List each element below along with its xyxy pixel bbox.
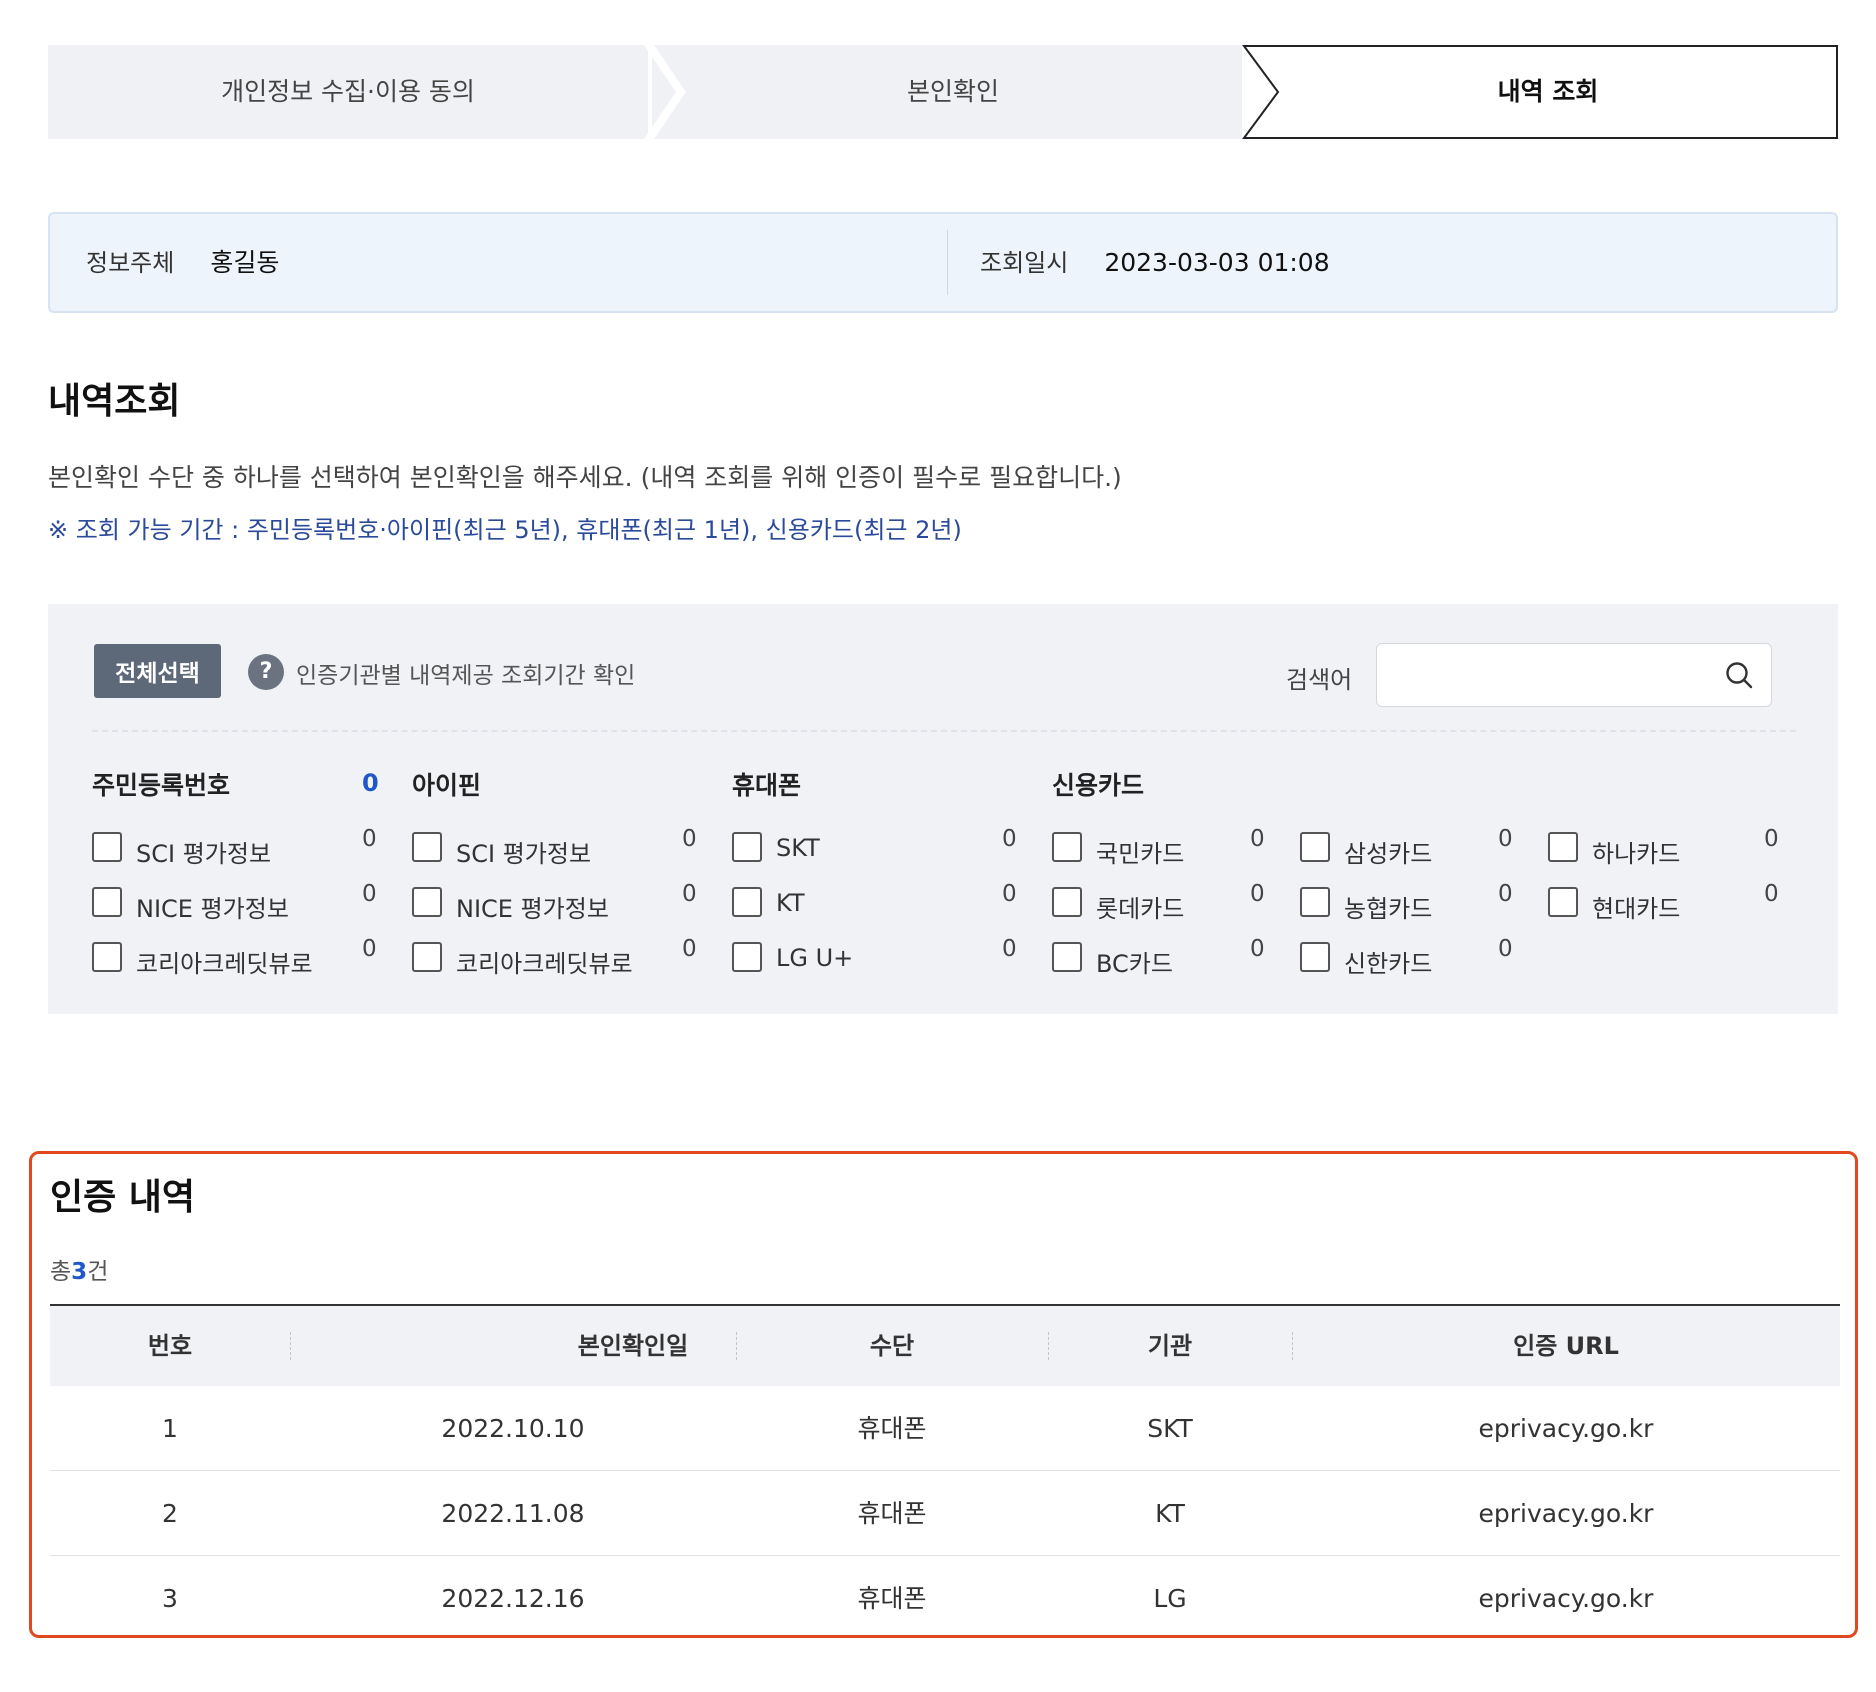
checkbox[interactable] (1300, 832, 1330, 862)
progress-stepper: 개인정보 수집·이용 동의 본인확인 내역 조회 (48, 45, 1838, 139)
checkbox[interactable] (92, 942, 122, 972)
checkbox[interactable] (1300, 887, 1330, 917)
option-count: 0 (362, 936, 377, 962)
step-identity-verification: 본인확인 (906, 77, 999, 106)
search-label: 검색어 (1286, 666, 1353, 694)
section-description: 본인확인 수단 중 하나를 선택하여 본인확인을 해주세요. (내역 조회를 위… (48, 463, 1122, 492)
checkbox[interactable] (412, 887, 442, 917)
option-count: 0 (1250, 881, 1265, 907)
category-resident-number: 주민등록번호 (92, 771, 231, 800)
category-resident-number-count: 0 (362, 769, 379, 797)
auth-history-title: 인증 내역 (50, 1177, 196, 1218)
search-input[interactable] (1376, 643, 1772, 707)
auth-url-link[interactable]: eprivacy.go.kr (1292, 1471, 1840, 1556)
info-date: 조회일시 2023-03-03 01:08 (980, 214, 1330, 311)
option-count: 0 (1498, 826, 1513, 852)
option-count: 0 (1764, 826, 1779, 852)
auth-url-link[interactable]: eprivacy.go.kr (1292, 1386, 1840, 1471)
checkbox[interactable] (732, 942, 762, 972)
th-method: 수단 (869, 1332, 915, 1360)
option-count: 0 (1002, 881, 1017, 907)
section-title: 내역조회 (48, 381, 181, 422)
option-count: 0 (1498, 936, 1513, 962)
table-header: 번호 본인확인일 수단 기관 인증 URL (50, 1304, 1840, 1386)
th-institution: 기관 (1147, 1332, 1193, 1360)
auth-history-section: 인증 내역 총3건 번호 본인확인일 수단 기관 인증 URL 1 2022.1… (29, 1151, 1858, 1638)
step-history-lookup: 내역 조회 (1497, 77, 1599, 106)
info-summary-box: 정보주체 홍길동 조회일시 2023-03-03 01:08 (48, 212, 1838, 313)
info-divider (947, 230, 948, 295)
checkbox[interactable] (732, 832, 762, 862)
info-date-label: 조회일시 (980, 249, 1069, 277)
info-subject-value: 홍길동 (210, 248, 280, 277)
th-auth-url: 인증 URL (1513, 1332, 1619, 1360)
option-count: 0 (1002, 936, 1017, 962)
table-row: 3 2022.12.16 휴대폰 LG eprivacy.go.kr (50, 1556, 1840, 1641)
result-count-number: 3 (71, 1259, 88, 1285)
filter-panel: 전체선택 ? 인증기관별 내역제공 조회기간 확인 검색어 주민등록번호 0 아… (48, 604, 1838, 1014)
search-icon[interactable] (1724, 660, 1754, 690)
category-ipin: 아이핀 (412, 771, 482, 800)
checkbox[interactable] (412, 832, 442, 862)
checkbox[interactable] (1052, 942, 1082, 972)
option-count: 0 (682, 881, 697, 907)
option-count: 0 (362, 881, 377, 907)
option-count: 0 (1498, 881, 1513, 907)
checkbox[interactable] (732, 887, 762, 917)
table-row: 1 2022.10.10 휴대폰 SKT eprivacy.go.kr (50, 1386, 1840, 1471)
checkbox[interactable] (412, 942, 442, 972)
info-subject-label: 정보주체 (86, 249, 175, 277)
checkbox[interactable] (1548, 887, 1578, 917)
checkbox[interactable] (1548, 832, 1578, 862)
category-phone: 휴대폰 (732, 771, 802, 800)
auth-history-table: 번호 본인확인일 수단 기관 인증 URL 1 2022.10.10 휴대폰 S… (50, 1304, 1840, 1641)
checkbox[interactable] (1052, 887, 1082, 917)
option-count: 0 (1002, 826, 1017, 852)
checkbox[interactable] (1300, 942, 1330, 972)
table-row: 2 2022.11.08 휴대폰 KT eprivacy.go.kr (50, 1471, 1840, 1556)
period-notice: ※ 조회 가능 기간 : 주민등록번호·아이핀(최근 5년), 휴대폰(최근 1… (48, 516, 962, 544)
help-link[interactable]: 인증기관별 내역제공 조회기간 확인 (296, 656, 635, 690)
checkbox[interactable] (92, 832, 122, 862)
th-number: 번호 (147, 1332, 193, 1360)
info-subject: 정보주체 홍길동 (86, 214, 279, 311)
option-count: 0 (682, 936, 697, 962)
help-icon[interactable]: ? (248, 654, 284, 690)
select-all-button[interactable]: 전체선택 (94, 644, 221, 698)
checkbox[interactable] (1052, 832, 1082, 862)
result-count: 총3건 (50, 1259, 109, 1285)
option-count: 0 (682, 826, 697, 852)
info-date-value: 2023-03-03 01:08 (1104, 248, 1330, 277)
checkbox[interactable] (92, 887, 122, 917)
option-count: 0 (1250, 936, 1265, 962)
option-count: 0 (362, 826, 377, 852)
option-count: 0 (1250, 826, 1265, 852)
option-count: 0 (1764, 881, 1779, 907)
panel-divider (92, 730, 1796, 732)
step-consent: 개인정보 수집·이용 동의 (221, 77, 475, 106)
auth-url-link[interactable]: eprivacy.go.kr (1292, 1556, 1840, 1641)
category-credit-card: 신용카드 (1052, 771, 1145, 800)
